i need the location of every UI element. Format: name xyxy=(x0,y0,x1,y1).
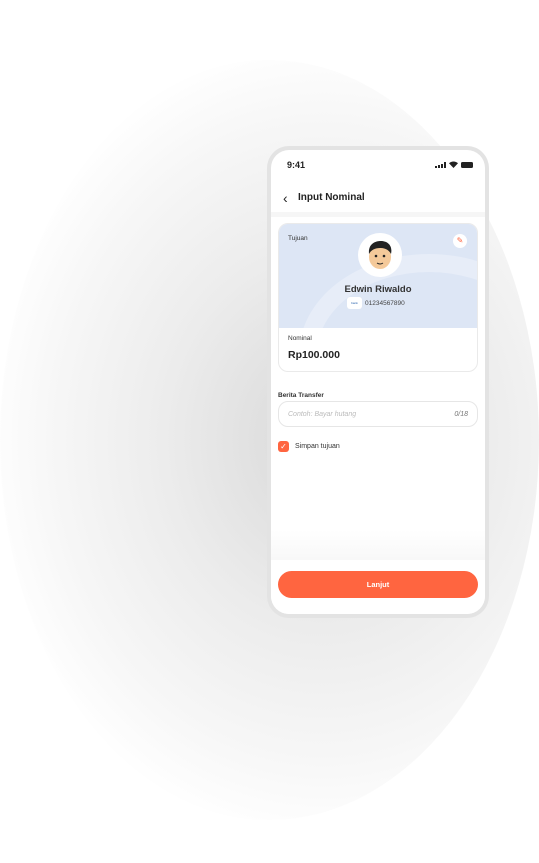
phone-screen: 9:41 ‹ Input Nominal Tujuan ✎ Edwin Riwa… xyxy=(271,150,485,614)
account-info: bank 01234567890 xyxy=(347,297,405,309)
phone-frame: 9:41 ‹ Input Nominal Tujuan ✎ Edwin Riwa… xyxy=(267,146,489,618)
recipient-label: Tujuan xyxy=(288,235,308,242)
save-recipient-label: Simpan tujuan xyxy=(295,443,340,450)
page-title: Input Nominal xyxy=(298,192,365,203)
continue-button[interactable]: Lanjut xyxy=(278,571,478,598)
save-recipient-checkbox[interactable]: ✓ Simpan tujuan xyxy=(278,441,340,452)
chevron-left-icon[interactable]: ‹ xyxy=(283,190,288,206)
recipient-hero: Tujuan ✎ Edwin Riwaldo bank 01234567890 xyxy=(279,224,477,328)
account-number: 01234567890 xyxy=(365,299,405,307)
status-icons xyxy=(435,161,473,168)
fade xyxy=(271,530,485,560)
edit-icon[interactable]: ✎ xyxy=(453,234,467,248)
nominal-label: Nominal xyxy=(288,335,312,342)
message-counter: 0/18 xyxy=(454,410,468,418)
message-placeholder: Contoh: Bayar hutang xyxy=(288,410,357,418)
recipient-card: Tujuan ✎ Edwin Riwaldo bank 01234567890 … xyxy=(278,223,478,372)
bank-logo: bank xyxy=(347,297,362,309)
message-label: Berita Transfer xyxy=(278,392,324,399)
divider xyxy=(271,212,485,217)
recipient-name: Edwin Riwaldo xyxy=(344,284,412,295)
check-icon[interactable]: ✓ xyxy=(278,441,289,452)
wifi-icon xyxy=(449,161,458,168)
signal-icon xyxy=(435,162,446,168)
avatar xyxy=(358,233,402,277)
nominal-amount[interactable]: Rp100.000 xyxy=(288,349,340,361)
status-time: 9:41 xyxy=(287,160,306,170)
battery-icon xyxy=(461,162,473,168)
message-input[interactable]: Contoh: Bayar hutang 0/18 xyxy=(278,401,478,427)
